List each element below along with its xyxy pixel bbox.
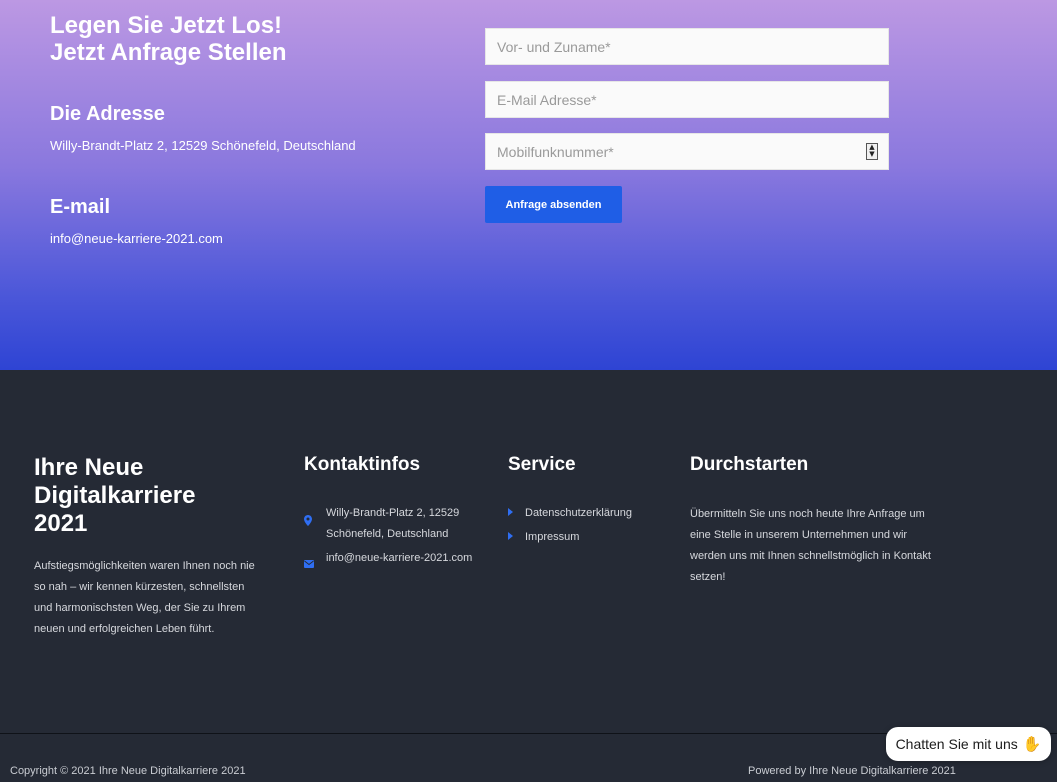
service-item-label[interactable]: Datenschutzerklärung (525, 507, 632, 519)
chat-label[interactable]: Chatten Sie mit uns (896, 736, 1018, 752)
site-footer: Ihre Neue Digitalkarriere 2021 Aufstiegs… (0, 370, 1057, 782)
contact-address-line1: Willy-Brandt-Platz 2, 12529 (326, 507, 460, 519)
copyright-text: Copyright © 2021 Ihre Neue Digitalkarrie… (10, 765, 246, 777)
map-marker-icon (304, 503, 326, 545)
contact-address-text: Willy-Brandt-Platz 2, 12529 Schönefeld, … (326, 503, 459, 545)
service-item-label[interactable]: Impressum (525, 531, 579, 543)
hero-title-line1: Legen Sie Jetzt Los! (50, 12, 283, 39)
name-input[interactable] (485, 28, 889, 65)
durchstarten-text: Übermitteln Sie uns noch heute Ihre Anfr… (690, 508, 931, 583)
envelope-icon (304, 548, 326, 576)
contact-heading: Kontaktinfos (304, 454, 421, 475)
contact-hero-section: Legen Sie Jetzt Los! Jetzt Anfrage Stell… (0, 0, 1057, 370)
brand-description: Aufstiegsmöglichkeiten waren Ihnen noch … (34, 560, 255, 635)
service-item-datenschutz[interactable]: Datenschutzerklärung (508, 507, 632, 519)
service-heading: Service (508, 454, 576, 475)
chat-widget-button[interactable]: Chatten Sie mit uns ✋ (886, 727, 1051, 761)
contact-email-link[interactable]: info@neue-karriere-2021.com (326, 548, 472, 576)
brand-line3: 2021 (34, 510, 88, 537)
phone-input[interactable] (485, 133, 889, 170)
powered-by-text: Powered by Ihre Neue Digitalkarriere 202… (748, 765, 956, 777)
brand-line2: Digitalkarriere (34, 482, 196, 509)
brand-line1: Ihre Neue (34, 454, 144, 481)
waving-hand-icon: ✋ (1022, 735, 1042, 753)
submit-inquiry-button[interactable]: Anfrage absenden (485, 186, 622, 223)
email-input[interactable] (485, 81, 889, 118)
contact-address-line2: Schönefeld, Deutschland (326, 528, 449, 540)
hero-title-line2: Jetzt Anfrage Stellen (50, 39, 287, 66)
address-heading: Die Adresse (50, 103, 165, 125)
contact-address-row: Willy-Brandt-Platz 2, 12529 Schönefeld, … (304, 503, 459, 545)
phone-number-spinner[interactable]: ▲ ▼ (866, 143, 878, 160)
caret-right-icon (508, 508, 525, 518)
footer-brand-title: Ihre Neue Digitalkarriere 2021 (34, 454, 274, 538)
contact-email-row: info@neue-karriere-2021.com (304, 548, 472, 576)
spinner-down-icon[interactable]: ▼ (867, 151, 877, 158)
address-text: Willy-Brandt-Platz 2, 12529 Schönefeld, … (50, 138, 356, 153)
caret-right-icon (508, 532, 525, 542)
durchstarten-heading: Durchstarten (690, 454, 809, 475)
service-item-impressum[interactable]: Impressum (508, 531, 579, 543)
hero-title: Legen Sie Jetzt Los! Jetzt Anfrage Stell… (50, 12, 287, 66)
email-heading: E-mail (50, 196, 111, 218)
email-text: info@neue-karriere-2021.com (50, 231, 223, 246)
